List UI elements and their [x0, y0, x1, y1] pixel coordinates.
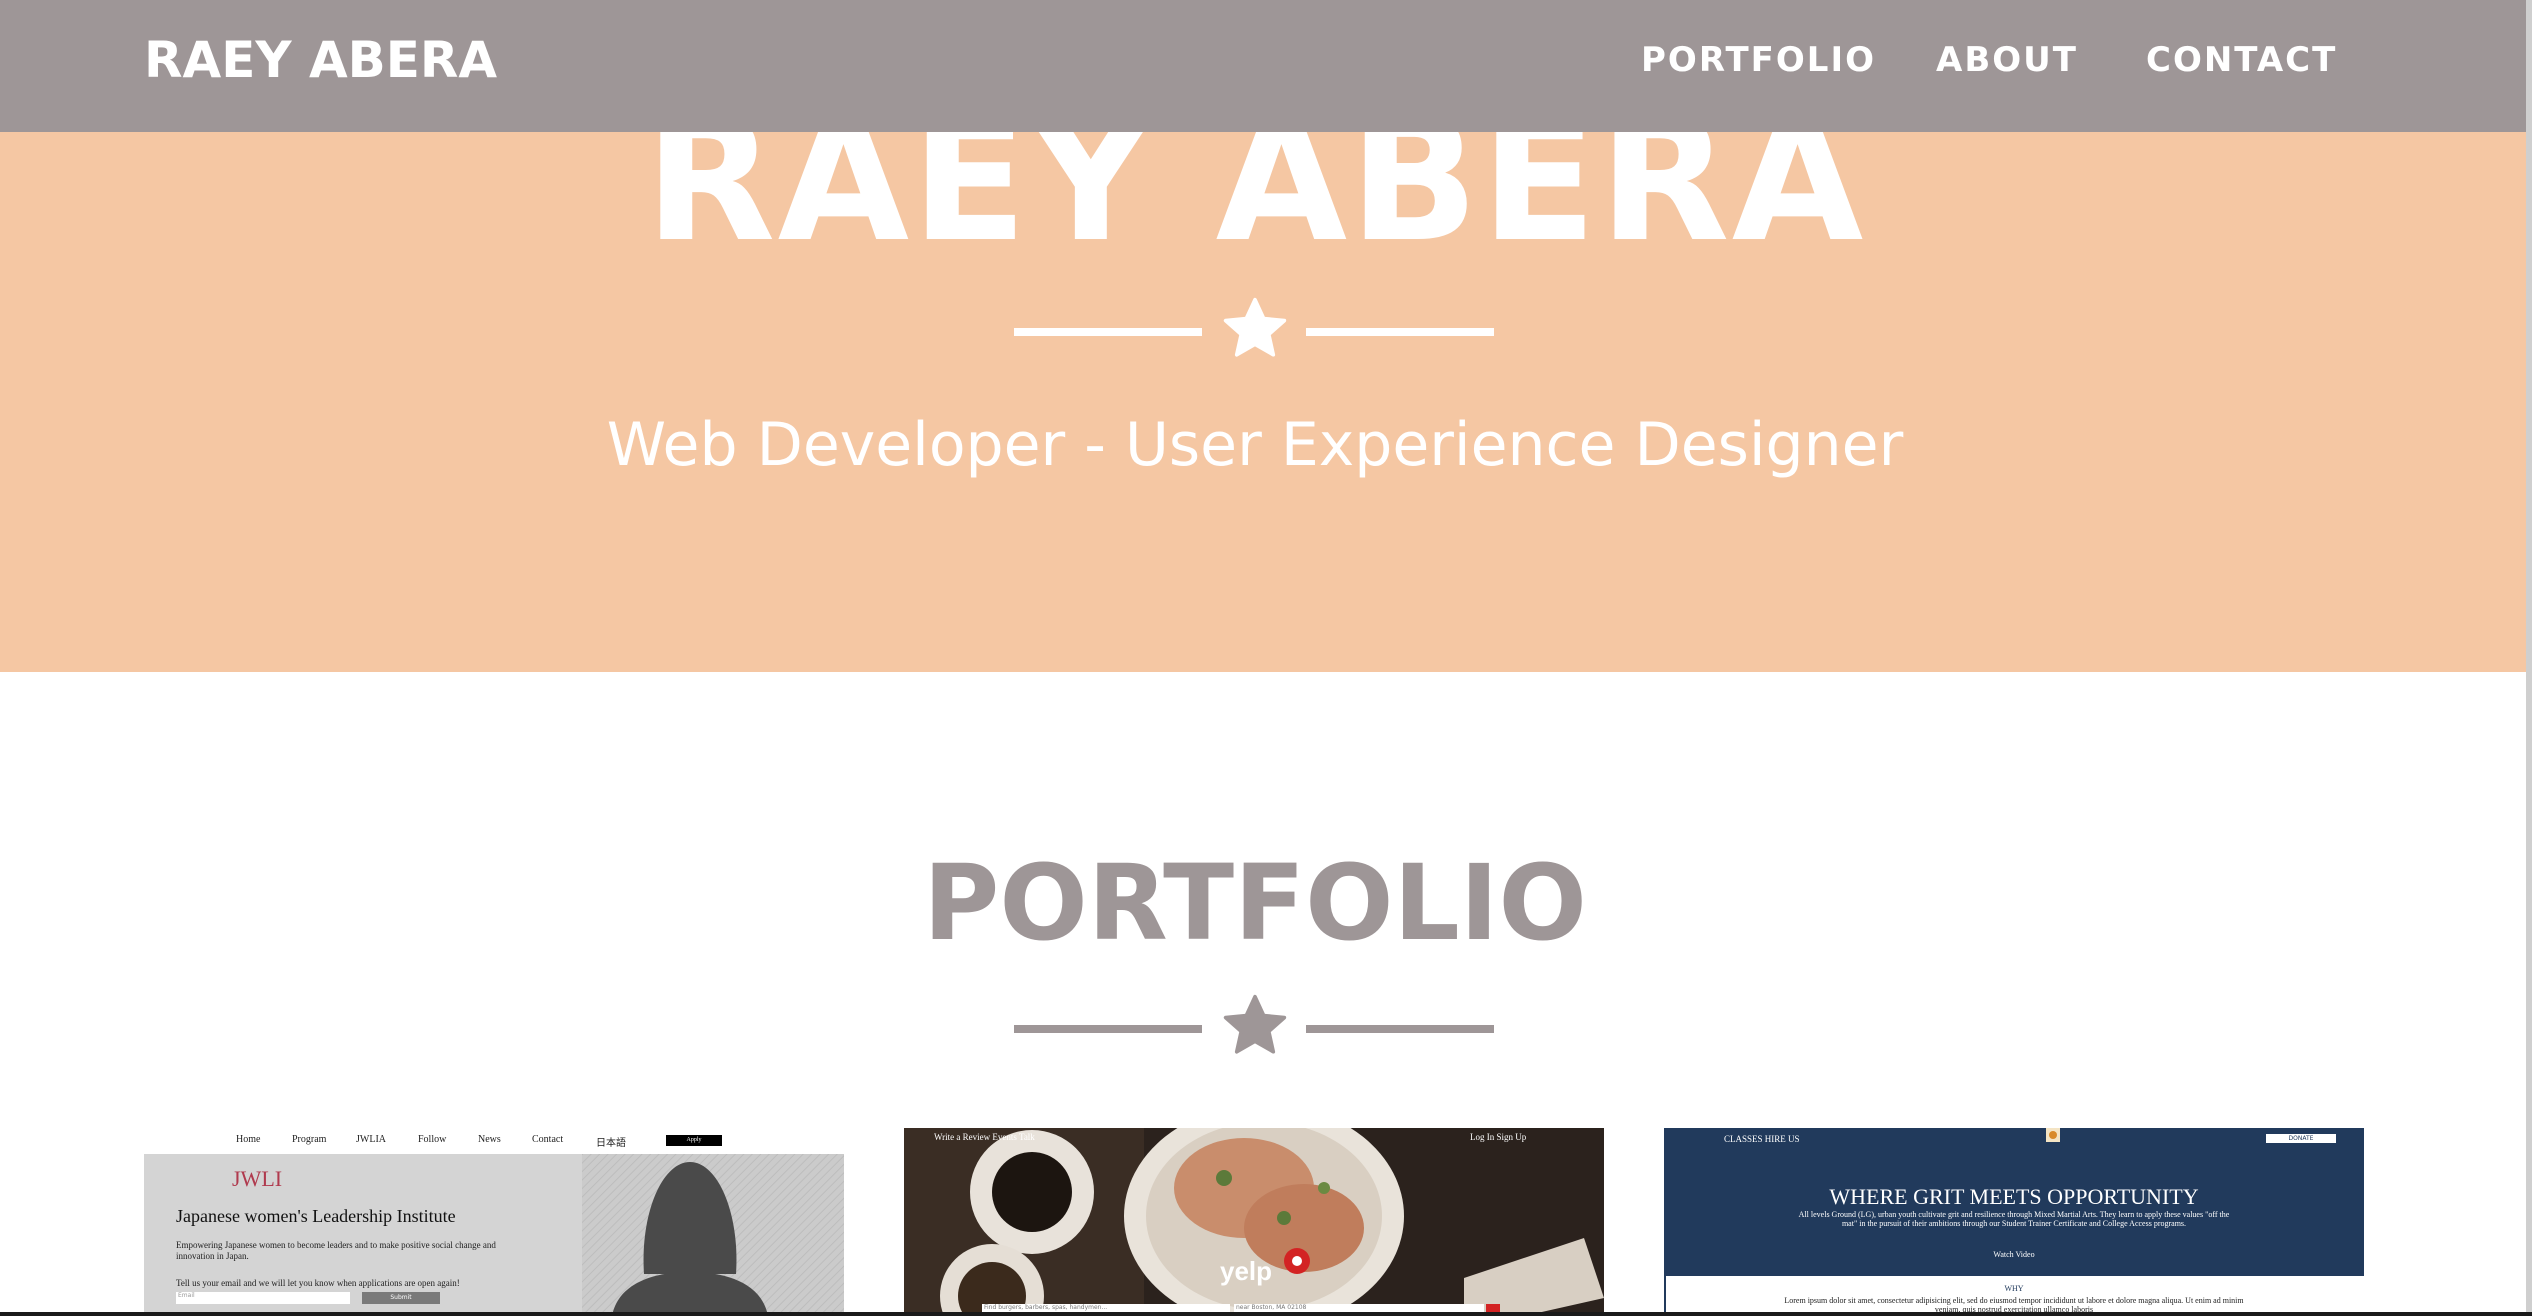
grit-side-rule [1664, 1276, 1666, 1316]
jwli-text2: Tell us your email and we will let you k… [176, 1278, 460, 1288]
portfolio-item-yelp[interactable]: Write a Review Events Talk Log In Sign U… [904, 1128, 1604, 1316]
star-icon [1223, 297, 1287, 357]
portfolio-item-jwli[interactable]: Home Program JWLIA Follow News Contact 日… [144, 1128, 844, 1316]
hero-subtitle: Web Developer - User Experience Designer [606, 410, 1904, 480]
woman-silhouette-icon [582, 1154, 844, 1316]
star-icon [1223, 994, 1287, 1054]
jwli-apply-button: Apply [666, 1135, 722, 1146]
jwli-nav: Home Program JWLIA Follow News Contact 日… [144, 1128, 844, 1154]
jwli-title: Japanese women's Leadership Institute [176, 1206, 456, 1226]
grit-banner: CLASSES HIRE US DONATE WHERE GRIT MEETS … [1664, 1128, 2364, 1276]
portfolio-divider [1014, 990, 1494, 1070]
nav-link-contact[interactable]: CONTACT [2146, 38, 2337, 82]
page: RAEY ABERA Web Developer - User Experien… [0, 0, 2532, 1316]
yelp-burst-icon [1284, 1248, 1310, 1274]
divider-line-left [1014, 328, 1202, 336]
yelp-food-photo [904, 1128, 1604, 1316]
grit-text: All levels Ground (LG), urban youth cult… [1798, 1210, 2230, 1228]
portfolio-heading: PORTFOLIO [923, 842, 1587, 964]
jwli-nav-item: Follow [418, 1134, 447, 1145]
nav-link-portfolio[interactable]: PORTFOLIO [1641, 38, 1876, 82]
jwli-email-input: Email [176, 1292, 350, 1304]
portfolio-item-grit[interactable]: CLASSES HIRE US DONATE WHERE GRIT MEETS … [1664, 1128, 2364, 1316]
grit-title: WHERE GRIT MEETS OPPORTUNITY [1829, 1184, 2199, 1209]
grit-donate-button: DONATE [2266, 1134, 2336, 1143]
brand-link[interactable]: RAEY ABERA [144, 30, 497, 90]
jwli-nav-item: Home [236, 1134, 261, 1145]
yelp-nav-left: Write a Review Events Talk [934, 1132, 1035, 1142]
window-right-edge [2526, 0, 2532, 1316]
window-bottom-edge [0, 1312, 2532, 1316]
jwli-nav-item: 日本語 [596, 1138, 626, 1149]
jwli-nav-item: JWLIA [356, 1134, 386, 1145]
jwli-image [582, 1154, 844, 1316]
grit-logo-icon [2046, 1128, 2060, 1142]
navbar: RAEY ABERA PORTFOLIO ABOUT CONTACT [0, 0, 2532, 132]
jwli-nav-item: Program [292, 1134, 327, 1145]
jwli-logo: JWLI [232, 1166, 283, 1191]
grit-watch-video: Watch Video [1993, 1250, 2035, 1259]
divider-line-right [1306, 1025, 1494, 1033]
jwli-nav-item: Contact [532, 1134, 564, 1145]
divider-line-left [1014, 1025, 1202, 1033]
grit-why-heading: WHY [2004, 1284, 2024, 1293]
yelp-nav-right: Log In Sign Up [1470, 1132, 1527, 1142]
jwli-submit-button: Submit [362, 1292, 440, 1304]
yelp-logo: yelp [1220, 1256, 1273, 1286]
grit-nav: CLASSES HIRE US [1724, 1134, 1800, 1144]
divider-line-right [1306, 328, 1494, 336]
jwli-text: Empowering Japanese women to become lead… [176, 1240, 496, 1261]
nav-link-about[interactable]: ABOUT [1936, 38, 2078, 82]
jwli-nav-item: News [478, 1134, 501, 1145]
hero-divider [1014, 293, 1494, 373]
jwli-hero: JWLI Japanese women's Leadership Institu… [144, 1154, 844, 1316]
